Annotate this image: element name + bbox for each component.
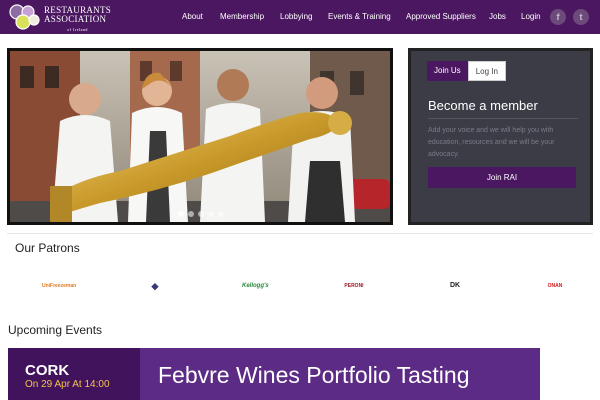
logo-circles-icon [9,4,40,30]
nav-login[interactable]: Login [521,12,541,21]
patron-logo-1[interactable]: UniFreezeman [42,280,76,292]
patron-logo-4[interactable]: PERONI [341,280,367,292]
nav-membership[interactable]: Membership [220,12,264,21]
twitter-icon[interactable]: t [573,9,589,25]
event-banner[interactable]: CORK On 29 Apr At 14:00 Febvre Wines Por… [8,348,540,400]
tab-log-in[interactable]: Log In [467,61,506,81]
slider-dot[interactable] [198,211,204,217]
member-description: Add your voice and we will help you with… [428,127,555,158]
event-name: Febvre Wines Portfolio Tasting [158,362,470,388]
patron-logo-3[interactable]: Kellogg's [242,280,269,292]
event-date-block: CORK On 29 Apr At 14:00 [8,348,140,400]
patron-logo-2[interactable]: ◆ [149,280,161,292]
slider-dots [178,211,224,217]
tab-join-us[interactable]: Join Us [427,61,468,81]
site-header: Restaurants Association of Ireland About… [0,0,600,34]
hero-photo [10,51,390,222]
patron-logo-6[interactable]: ONAN [545,280,565,292]
join-rai-button[interactable]: Join RAI [428,167,576,188]
events-title: Upcoming Events [8,323,103,337]
slider-dot[interactable] [208,211,214,217]
section-divider [7,233,593,234]
slider-dot[interactable] [218,211,224,217]
nav-about[interactable]: About [182,12,203,21]
member-panel: Join Us Log In Become a member Add your … [408,48,593,225]
patrons-title: Our Patrons [15,241,80,255]
logo-line-3: of Ireland [67,27,88,32]
nav-lobbying[interactable]: Lobbying [280,12,312,21]
patron-logo-5[interactable]: DK [447,280,463,292]
member-title: Become a member [428,98,538,113]
member-divider [428,118,578,119]
nav-jobs[interactable]: Jobs [489,12,506,21]
event-date: On 29 Apr At 14:00 [25,379,110,390]
slider-dot[interactable] [178,211,184,217]
nav-approved-suppliers[interactable]: Approved Suppliers [406,12,476,21]
facebook-icon[interactable]: f [550,9,566,25]
rai-logo[interactable]: Restaurants Association of Ireland [8,3,128,34]
logo-line-2: Association [44,14,107,24]
logo-wordmark: Restaurants Association of Ireland [44,6,111,34]
event-city: CORK [25,362,70,379]
nav-events-training[interactable]: Events & Training [328,12,391,21]
member-tabs: Join Us Log In [427,61,506,81]
hero-slider[interactable] [7,48,393,225]
slider-dot[interactable] [188,211,194,217]
